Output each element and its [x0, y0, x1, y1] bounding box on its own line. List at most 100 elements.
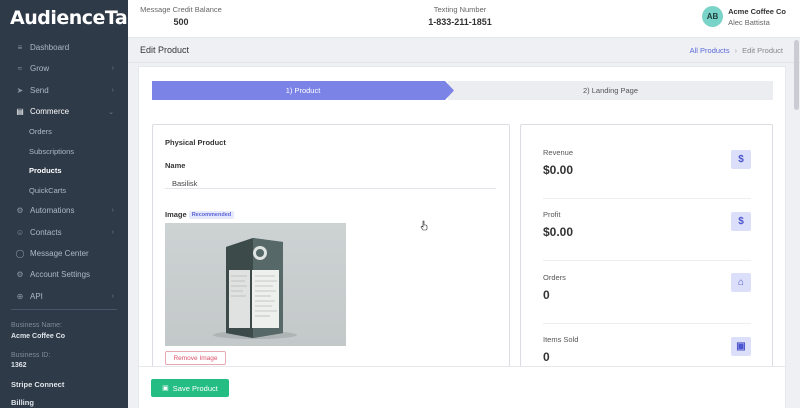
stat-label: Profit — [543, 210, 561, 219]
breadcrumb-current: Edit Product — [742, 45, 783, 55]
stat-label: Items Sold — [543, 335, 579, 344]
send-icon: ➤ — [16, 85, 24, 95]
sidebar-subitem-orders[interactable]: Orders — [0, 122, 128, 142]
sidebar-item-api[interactable]: ⊕ API › — [0, 285, 128, 306]
gift-icon: ▣ — [731, 337, 751, 356]
user-name: Alec Battista — [728, 17, 770, 27]
sidebar-item-label: Contacts — [30, 227, 62, 237]
stat-divider — [543, 198, 751, 199]
chevron-right-icon: › — [111, 65, 114, 73]
stat-divider — [543, 323, 751, 324]
breadcrumb: All Products › Edit Product — [690, 46, 783, 55]
sidebar-subitem-products[interactable]: Products — [0, 161, 128, 181]
recommended-badge: Recommended — [188, 211, 235, 219]
texting-number-label: Texting Number — [433, 5, 487, 14]
business-id-label: Business ID: — [11, 352, 51, 359]
name-label: Name — [165, 161, 186, 170]
stat-value: 0 — [543, 288, 550, 302]
sidebar-item-message-center[interactable]: ◯ Message Center — [0, 243, 128, 264]
page-header: Edit Product All Products › Edit Product — [128, 38, 800, 63]
credit-balance-value: 500 — [173, 17, 189, 27]
page-title: Edit Product — [140, 45, 190, 55]
coffee-bag-image — [165, 223, 346, 346]
edit-product-card: 2) Landing Page 1) Product Physical Prod… — [138, 66, 786, 408]
hand-cursor-icon — [420, 220, 428, 231]
sidebar-item-dashboard[interactable]: ≡ Dashboard — [0, 37, 128, 58]
chevron-right-icon: › — [111, 292, 114, 300]
stat-value: $0.00 — [543, 163, 574, 177]
image-label-row: Image Recommended — [165, 210, 235, 220]
stat-value: $0.00 — [543, 225, 574, 239]
stepper: 2) Landing Page 1) Product — [152, 81, 773, 100]
stripe-connect-link[interactable]: Stripe Connect — [11, 380, 64, 389]
breadcrumb-all-products[interactable]: All Products — [690, 46, 730, 55]
sidebar-item-account-settings[interactable]: ⚙ Account Settings — [0, 264, 128, 285]
sidebar-item-contacts[interactable]: ☺ Contacts › — [0, 221, 128, 242]
stat-label: Revenue — [543, 148, 574, 157]
store-icon: ▤ — [16, 107, 24, 117]
top-bar: Message Credit Balance 500 Texting Numbe… — [128, 0, 800, 38]
dollar-icon: $ — [731, 150, 751, 169]
remove-image-button[interactable]: Remove Image — [165, 351, 226, 365]
sidebar-item-commerce[interactable]: ▤ Commerce ⌄ — [0, 101, 128, 122]
user-business: Acme Coffee Co — [728, 6, 786, 16]
sidebar-subitem-subscriptions[interactable]: Subscriptions — [0, 142, 128, 162]
sidebar-item-label: Automations — [30, 206, 75, 216]
chevron-right-icon: › — [111, 207, 114, 215]
credit-balance-label: Message Credit Balance — [140, 5, 222, 14]
save-product-button[interactable]: ▣ Save Product — [151, 379, 229, 397]
breadcrumb-separator: › — [734, 45, 738, 55]
sidebar: AudienceTap✦ ≡ Dashboard ≈ Grow › ➤ Send… — [0, 0, 151, 408]
automation-icon: ⚙ — [16, 206, 24, 216]
stat-value: 0 — [543, 350, 550, 364]
avatar[interactable]: AB — [702, 6, 724, 27]
save-product-label: Save Product — [172, 383, 218, 393]
stat-revenue: Revenue $0.00 $ — [543, 148, 751, 177]
product-type-title: Physical Product — [165, 138, 226, 147]
step-landing-page[interactable]: 2) Landing Page — [448, 81, 773, 100]
chart-icon: ≡ — [17, 43, 23, 53]
business-name: Acme Coffee Co — [11, 333, 66, 340]
save-icon: ▣ — [162, 385, 169, 392]
grow-icon: ≈ — [17, 64, 23, 74]
chevron-down-icon: ⌄ — [108, 108, 114, 116]
name-field[interactable]: Basilisk — [165, 171, 496, 189]
chevron-right-icon: › — [111, 228, 114, 236]
billing-link[interactable]: Billing — [11, 398, 34, 407]
texting-number: Texting Number 1-833-211-1851 — [410, 5, 510, 27]
sidebar-item-label: Message Center — [30, 248, 89, 258]
settings-icon: ⚙ — [16, 270, 24, 280]
sidebar-divider — [11, 309, 117, 310]
step-product[interactable]: 1) Product — [152, 81, 454, 100]
chevron-right-icon: › — [111, 86, 114, 94]
api-icon: ⊕ — [16, 291, 24, 301]
sidebar-item-send[interactable]: ➤ Send › — [0, 80, 128, 101]
stat-profit: Profit $0.00 $ — [543, 210, 751, 239]
sidebar-item-automations[interactable]: ⚙ Automations › — [0, 200, 128, 221]
sidebar-item-label: Send — [30, 85, 49, 95]
dollar-icon: $ — [731, 212, 751, 231]
credit-balance: Message Credit Balance 500 — [132, 5, 230, 27]
product-image[interactable] — [165, 223, 346, 346]
contacts-icon: ☺ — [15, 227, 25, 237]
sidebar-item-grow[interactable]: ≈ Grow › — [0, 58, 128, 79]
sidebar-nav: ≡ Dashboard ≈ Grow › ➤ Send › ▤ Commerce… — [0, 37, 128, 307]
sidebar-item-label: Grow — [30, 64, 50, 74]
message-icon: ◯ — [15, 248, 25, 258]
cart-icon: ⌂ — [731, 273, 751, 292]
sidebar-item-label: Commerce — [30, 107, 70, 117]
texting-number-value: 1-833-211-1851 — [428, 17, 492, 27]
product-panel: Physical Product Name Basilisk Image Reco… — [152, 124, 510, 372]
business-name-label: Business Name: — [11, 322, 62, 329]
page-scrollbar[interactable] — [794, 40, 799, 110]
image-label: Image — [165, 210, 187, 219]
stat-items-sold: Items Sold 0 ▣ — [543, 335, 751, 364]
stat-divider — [543, 260, 751, 261]
sidebar-item-label: API — [30, 291, 43, 301]
form-footer: ▣ Save Product — [139, 366, 785, 408]
sidebar-item-label: Dashboard — [30, 43, 70, 53]
user-menu[interactable]: AB Acme Coffee Co Alec Battista — [702, 6, 786, 27]
stat-orders: Orders 0 ⌂ — [543, 273, 751, 302]
sidebar-subitem-quickcarts[interactable]: QuickCarts — [0, 181, 128, 201]
stats-panel: Revenue $0.00 $ Profit $0.00 $ Orders 0 … — [520, 124, 773, 372]
